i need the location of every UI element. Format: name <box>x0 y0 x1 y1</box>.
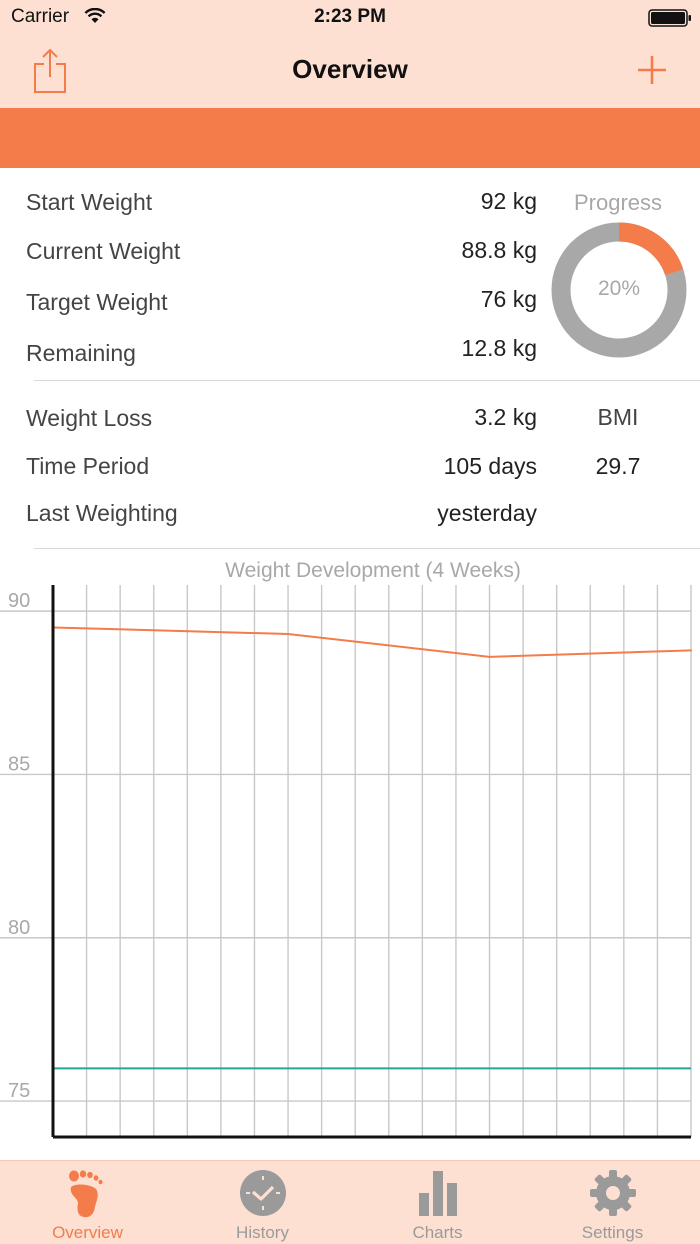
start-weight-label: Start Weight <box>26 189 153 215</box>
accent-banner <box>0 108 700 168</box>
tab-settings[interactable]: Settings <box>525 1161 700 1244</box>
last-weighting-label: Last Weighting <box>26 500 178 526</box>
remaining-value: 12.8 kg <box>461 335 537 361</box>
plus-icon <box>638 56 666 84</box>
progress-label: Progress <box>573 190 663 215</box>
target-weight-value: 76 kg <box>480 286 537 312</box>
clock-time: 2:23 PM <box>314 6 386 27</box>
tab-bar: Overview History Charts Settings <box>0 1160 700 1244</box>
chart-title: Weight Development (4 Weeks) <box>225 559 521 582</box>
time-period-label: Time Period <box>26 453 150 479</box>
section-divider <box>34 380 700 381</box>
navigation-bar: Overview <box>0 36 700 108</box>
target-weight-label: Target Weight <box>26 289 168 315</box>
current-weight-label: Current Weight <box>26 238 181 264</box>
bmi-label: BMI <box>597 404 639 430</box>
y-tick-label: 80 <box>8 917 30 939</box>
weight-data-point <box>488 655 491 658</box>
progress-percent: 20% <box>597 277 641 300</box>
weight-loss-label: Weight Loss <box>26 405 153 431</box>
page-title: Overview <box>292 54 408 84</box>
bar-chart-icon <box>418 1171 457 1216</box>
tab-label-settings: Settings <box>581 1223 644 1242</box>
tab-history[interactable]: History <box>175 1161 350 1244</box>
status-bar: Carrier 2:23 PM <box>0 0 700 36</box>
y-tick-label: 75 <box>8 1080 30 1102</box>
y-tick-label: 90 <box>8 590 30 612</box>
last-weighting-value: yesterday <box>437 500 537 526</box>
tab-label-history: History <box>236 1223 289 1242</box>
footprint-icon <box>68 1170 102 1218</box>
tab-label-overview: Overview <box>52 1223 123 1242</box>
tab-label-charts: Charts <box>412 1223 463 1242</box>
weight-data-point <box>690 649 692 652</box>
bmi-value: 29.7 <box>595 453 641 479</box>
section-divider <box>34 548 700 549</box>
gear-icon <box>589 1170 636 1216</box>
weight-data-point <box>287 632 290 635</box>
clock-icon <box>239 1170 286 1216</box>
current-weight-value: 88.8 kg <box>461 237 537 263</box>
tab-overview[interactable]: Overview <box>0 1161 175 1244</box>
tab-charts[interactable]: Charts <box>350 1161 525 1244</box>
weight-series-line <box>52 626 692 658</box>
start-weight-value: 92 kg <box>480 188 537 214</box>
battery-icon <box>648 9 691 27</box>
weight-loss-value: 3.2 kg <box>474 404 537 430</box>
time-period-value: 105 days <box>443 453 537 479</box>
y-tick-label: 85 <box>8 753 30 775</box>
add-entry-button[interactable] <box>634 52 670 88</box>
remaining-label: Remaining <box>26 340 136 366</box>
weight-chart: 90 85 80 75 <box>0 585 692 1139</box>
